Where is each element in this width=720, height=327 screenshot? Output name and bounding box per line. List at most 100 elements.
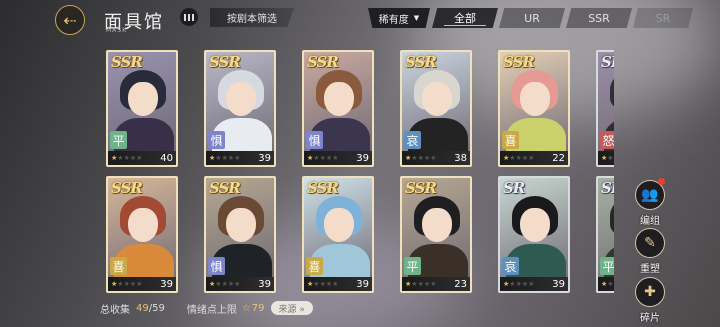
fragments-label: 碎片 [640,313,660,324]
rarity-badge: SSR [503,53,535,71]
star-icon: ★ [528,280,535,288]
card-level: 22 [552,152,565,164]
rarity-badge: SSR [307,53,339,71]
page-subtitle: MASK [106,27,128,34]
card-footer: ★★★★★ 40 [108,151,176,165]
rarity-sort-dropdown[interactable]: 稀有度 ▼ [368,8,430,28]
star-rating: ★★★★★ [307,154,338,162]
mood-tag: 喜 [502,131,519,149]
mask-card[interactable]: SSR 惧 ★★★★★ 39 [204,50,276,167]
collection-total: /59 [148,302,165,314]
card-footer: ★★★★★ [598,151,614,165]
rarity-badge: SSR [405,53,437,71]
group-label: 编组 [640,216,660,227]
card-footer: ★★★★★ 39 [206,151,274,165]
chevron-down-icon: ▼ [413,14,420,22]
tab-all[interactable]: 全部 [432,8,498,28]
mask-card[interactable]: SSR 惧 ★★★★★ 39 [302,50,374,167]
rarity-sort-label: 稀有度 [378,14,409,26]
tab-sr[interactable]: SR [633,8,693,28]
card-level: 39 [160,278,173,290]
reshape-label: 重塑 [640,264,660,275]
star-icon: ★ [332,280,339,288]
source-button[interactable]: 来源 » [270,301,313,315]
collected-count: 49 [136,302,149,314]
mood-tag: 哀 [502,257,519,275]
mask-card[interactable]: SSR 平 ★★★★★ 40 [106,50,178,167]
mood-cap-value: 79 [251,302,265,314]
card-level: 39 [258,278,271,290]
mask-card[interactable]: SSR 喜 ★★★★★ 39 [302,176,374,293]
card-footer: ★★★★★ 39 [108,277,176,291]
back-arrow-icon: ⇠ [63,10,77,30]
mood-tag: 平 [404,257,421,275]
rarity-badge: SSR [209,53,241,71]
puzzle-icon: ✚ [635,277,665,307]
star-icon: ★ [136,154,143,162]
mood-tag: 惧 [208,257,225,275]
card-footer: ★★★★★ 23 [402,277,470,291]
mood-tag: 惧 [208,131,225,149]
mood-cap-label: 情绪点上限 [186,304,237,316]
star-icon: ★ [234,280,241,288]
star-rating: ★★★★★ [503,280,534,288]
star-icon: ★ [430,280,437,288]
star-icon: ★ [430,154,437,162]
star-rating: ★★★★★ [405,154,436,162]
card-level: 39 [356,278,369,290]
mask-card[interactable]: SSR 喜 ★★★★★ 22 [498,50,570,167]
mask-card[interactable]: SR 哀 ★★★★★ 39 [498,176,570,293]
mood-tag: 喜 [110,257,127,275]
rarity-badge: SR [601,179,614,197]
star-rating: ★★★★★ [601,280,614,288]
mood-tag: 怒 [600,131,614,149]
star-icon: ★ [234,154,241,162]
card-footer: ★★★★★ 39 [500,277,568,291]
mood-tag: 平 [600,257,614,275]
star-rating: ★★★★★ [111,280,142,288]
fragments-button[interactable]: ✚ 碎片 [632,277,668,324]
reshape-button[interactable]: ✎ 重塑 [632,228,668,275]
mask-card[interactable]: SR 平 ★★★★★ [596,176,614,293]
tab-ur[interactable]: UR [499,8,565,28]
rarity-badge: SSR [307,179,339,197]
rarity-badge: SSR [405,179,437,197]
mood-tag: 喜 [306,257,323,275]
card-footer: ★★★★★ 38 [402,151,470,165]
rarity-badge: SSR [111,53,143,71]
star-rating: ★★★★★ [209,280,240,288]
star-rating: ★★★★★ [307,280,338,288]
card-level: 39 [356,152,369,164]
card-footer: ★★★★★ 22 [500,151,568,165]
star-icon: ★ [332,154,339,162]
menu-icon [184,13,186,21]
card-level: 23 [454,278,467,290]
mask-card[interactable]: SSR 喜 ★★★★★ 39 [106,176,178,293]
mood-tag: 哀 [404,131,421,149]
mask-card[interactable]: SSR 惧 ★★★★★ 39 [204,176,276,293]
notification-dot [658,178,665,185]
card-level: 39 [552,278,565,290]
card-footer: ★★★★★ [598,277,614,291]
mask-card[interactable]: SR 怒 ★★★★★ [596,50,614,167]
group-button[interactable]: 👥 编组 [632,178,668,227]
card-level: 40 [160,152,173,164]
mask-card[interactable]: SSR 平 ★★★★★ 23 [400,176,472,293]
mood-tag: 惧 [306,131,323,149]
tab-ssr[interactable]: SSR [566,8,632,28]
card-level: 39 [258,152,271,164]
collection-label: 总收集 [100,304,130,316]
mood-tag: 平 [110,131,127,149]
script-filter-button[interactable]: 按剧本筛选 [210,8,294,27]
mask-card[interactable]: SSR 哀 ★★★★★ 38 [400,50,472,167]
rarity-badge: SSR [111,179,143,197]
rarity-badge: SSR [209,179,241,197]
star-rating: ★★★★★ [503,154,534,162]
star-icon: ★ [136,280,143,288]
back-button[interactable]: ⇠ [55,5,85,35]
mask-card-grid: SSR 平 ★★★★★ 40 SSR 惧 ★★★★★ 39 SSR 惧 ★★★★★ 39 SSR 哀 ★★★… [106,50,614,298]
card-footer: ★★★★★ 39 [304,151,372,165]
rarity-badge: SR [503,179,525,197]
list-view-button[interactable] [180,8,198,26]
card-footer: ★★★★★ 39 [206,277,274,291]
